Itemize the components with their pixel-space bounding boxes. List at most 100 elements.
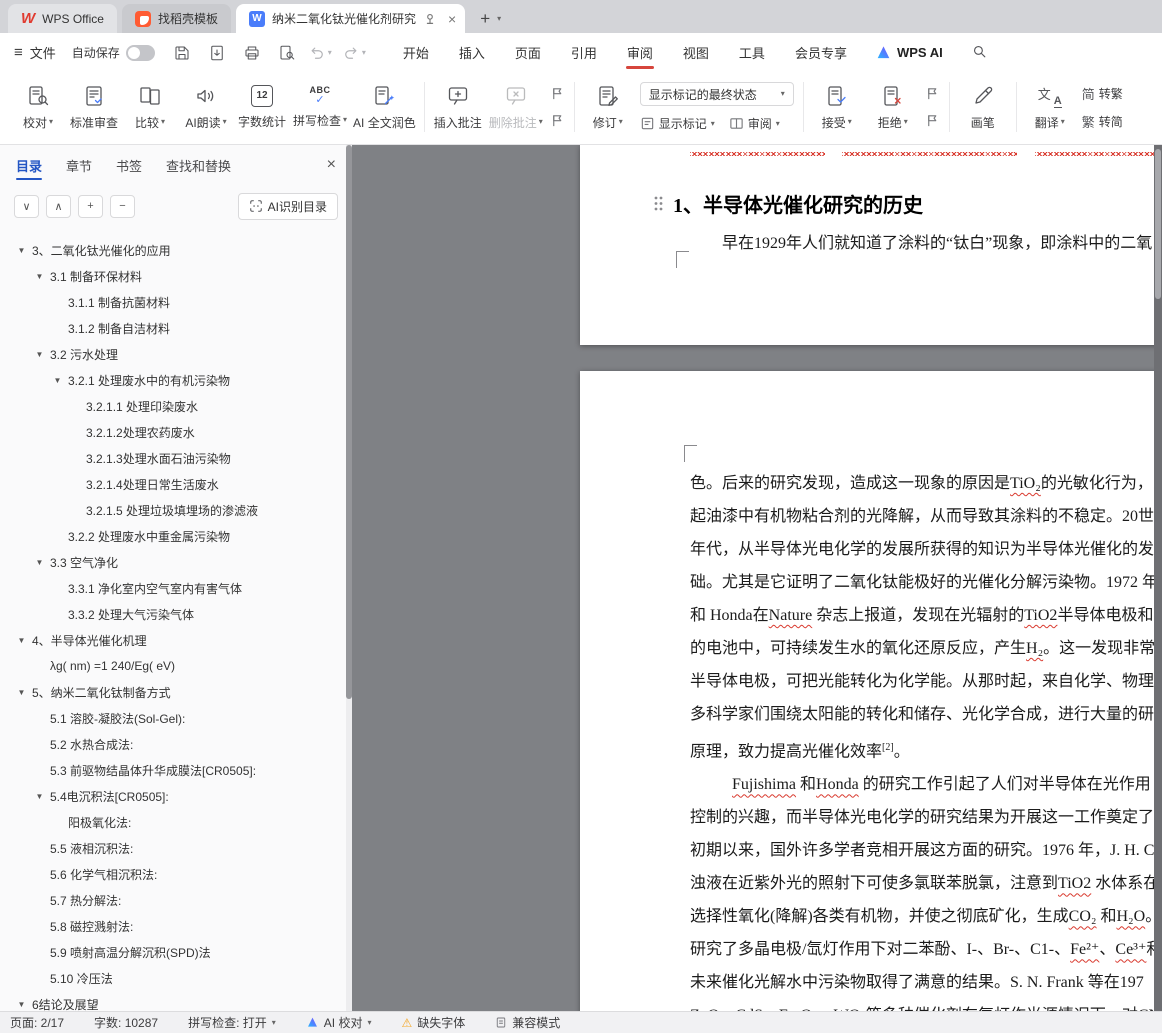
toc-expand-arrow-icon[interactable]: ▼ bbox=[16, 688, 27, 697]
page2-text[interactable]: 色。后来的研究发现，造成这一现象的原因是TiO₂的光敏化行为，即起油漆中有机物粘… bbox=[690, 467, 1162, 1011]
toc-item[interactable]: ▼3.2.1.5 处理垃圾填埋场的渗滤液 bbox=[0, 497, 352, 523]
toc-item[interactable]: ▼3.3.1 净化室内空气室内有害气体 bbox=[0, 575, 352, 601]
new-tab-button[interactable]: + ▾ bbox=[480, 10, 501, 27]
toc-expand-arrow-icon[interactable]: ▼ bbox=[16, 1000, 27, 1009]
close-tab-icon[interactable]: × bbox=[448, 12, 456, 26]
pin-icon[interactable] bbox=[423, 12, 437, 26]
menu-page[interactable]: 页面 bbox=[500, 33, 556, 72]
collapse-all-button[interactable]: − bbox=[110, 195, 135, 218]
toc-item[interactable]: ▼3.1 制备环保材料 bbox=[0, 263, 352, 289]
paragraph-drag-handle-icon[interactable] bbox=[653, 195, 664, 212]
document-scrollbar[interactable] bbox=[1154, 145, 1162, 1011]
show-markup-button[interactable]: 显示标记▾ bbox=[640, 115, 715, 132]
print-button[interactable] bbox=[241, 42, 263, 64]
next-comment-icon[interactable] bbox=[550, 113, 565, 128]
to-simplified-button[interactable]: 繁 转简 bbox=[1082, 112, 1123, 131]
toc-item[interactable]: ▼3.2 污水处理 bbox=[0, 341, 352, 367]
menu-insert[interactable]: 插入 bbox=[444, 33, 500, 72]
toc-expand-arrow-icon[interactable]: ▼ bbox=[16, 636, 27, 645]
ai-proof-status[interactable]: AI 校对▾ bbox=[306, 1014, 372, 1031]
brush-button[interactable]: 画笔 bbox=[955, 75, 1011, 139]
autosave-toggle[interactable] bbox=[126, 45, 155, 61]
menu-membership[interactable]: 会员专享 bbox=[780, 33, 862, 72]
toc-item[interactable]: ▼3.2.1 处理废水中的有机污染物 bbox=[0, 367, 352, 393]
collapse-levels-button[interactable]: ∨ bbox=[14, 195, 39, 218]
tab-chapters[interactable]: 章节 bbox=[66, 145, 92, 185]
paragraph[interactable]: Fujishima 和Honda 的研究工作引起了人们对半导体在光作用控制的兴趣… bbox=[690, 768, 1162, 1011]
toc-item[interactable]: ▼3.2.2 处理废水中重金属污染物 bbox=[0, 523, 352, 549]
track-changes-button[interactable]: 修订▾ bbox=[580, 75, 636, 139]
page-indicator[interactable]: 页面: 2/17 bbox=[10, 1014, 64, 1031]
toc-item[interactable]: ▼5.4电沉积法[CR0505]: bbox=[0, 783, 352, 809]
spell-check-status[interactable]: 拼写检查: 打开▾ bbox=[188, 1014, 276, 1031]
redo-caret-icon[interactable]: ▾ bbox=[362, 49, 366, 57]
next-change-icon[interactable] bbox=[925, 113, 940, 128]
toc-item[interactable]: ▼5.3 前驱物结晶体升华成膜法[CR0505]: bbox=[0, 757, 352, 783]
toc-expand-arrow-icon[interactable]: ▼ bbox=[34, 350, 45, 359]
paragraph[interactable]: 色。后来的研究发现，造成这一现象的原因是TiO₂的光敏化行为，即起油漆中有机物粘… bbox=[690, 467, 1162, 768]
tab-active-document[interactable]: W 纳米二氧化钛光催化剂研究 × bbox=[236, 4, 465, 33]
previous-change-icon[interactable] bbox=[925, 86, 940, 101]
menu-tools[interactable]: 工具 bbox=[724, 33, 780, 72]
word-count-status[interactable]: 字数: 10287 bbox=[94, 1014, 158, 1031]
toc-item[interactable]: ▼3.1.1 制备抗菌材料 bbox=[0, 289, 352, 315]
undo-button[interactable]: ▾ bbox=[308, 44, 332, 62]
translate-button[interactable]: 文A 翻译▾ bbox=[1022, 75, 1078, 139]
document-area[interactable]: 1、半导体光催化研究的历史 早在1929年人们就知道了涂料的“钛白”现象，即涂料… bbox=[352, 145, 1162, 1011]
toc-item[interactable]: ▼3.3 空气净化 bbox=[0, 549, 352, 575]
toc-item[interactable]: ▼5.5 液相沉积法: bbox=[0, 835, 352, 861]
toc-item[interactable]: ▼3.2.1.2处理农药废水 bbox=[0, 419, 352, 445]
toc-item[interactable]: ▼4、半导体光催化机理 bbox=[0, 627, 352, 653]
toc-expand-arrow-icon[interactable]: ▼ bbox=[34, 792, 45, 801]
toc-item[interactable]: ▼5、纳米二氧化钛制备方式 bbox=[0, 679, 352, 705]
toc-item[interactable]: ▼5.8 磁控溅射法: bbox=[0, 913, 352, 939]
menu-review[interactable]: 审阅 bbox=[612, 33, 668, 72]
ai-read-aloud-button[interactable]: AI朗读▾ bbox=[178, 75, 234, 139]
tab-bookmarks[interactable]: 书签 bbox=[116, 145, 142, 185]
toc-expand-arrow-icon[interactable]: ▼ bbox=[34, 272, 45, 281]
reject-changes-button[interactable]: 拒绝▾ bbox=[865, 75, 921, 139]
spell-check-button[interactable]: ABC✓ 拼写检查▾ bbox=[290, 75, 350, 139]
standard-review-button[interactable]: 标准审查 bbox=[66, 75, 122, 139]
expand-levels-button[interactable]: ∧ bbox=[46, 195, 71, 218]
insert-comment-button[interactable]: 插入批注 bbox=[430, 75, 486, 139]
compat-mode-indicator[interactable]: 兼容模式 bbox=[495, 1014, 560, 1031]
tab-find-replace[interactable]: 查找和替换 bbox=[166, 145, 231, 185]
tab-docer-templates[interactable]: 找稻壳模板 bbox=[122, 4, 231, 33]
toc-item[interactable]: ▼3.3.2 处理大气污染气体 bbox=[0, 601, 352, 627]
ai-recognize-toc-button[interactable]: AI识别目录 bbox=[238, 193, 338, 220]
review-pane-button[interactable]: 审阅▾ bbox=[729, 115, 780, 132]
ai-polish-button[interactable]: AI 全文润色 bbox=[350, 75, 419, 139]
toc-item[interactable]: ▼5.9 喷射高温分解沉积(SPD)法 bbox=[0, 939, 352, 965]
tab-wps-office[interactable]: W WPS Office bbox=[8, 4, 117, 33]
autosave-control[interactable]: 自动保存 bbox=[72, 44, 155, 61]
accept-changes-button[interactable]: 接受▾ bbox=[809, 75, 865, 139]
close-pane-icon[interactable]: × bbox=[327, 156, 336, 174]
to-traditional-button[interactable]: 简 转繁 bbox=[1082, 84, 1123, 103]
toc-item[interactable]: ▼5.6 化学气相沉积法: bbox=[0, 861, 352, 887]
toc-item[interactable]: ▼6结论及展望 bbox=[0, 991, 352, 1011]
page1-text[interactable]: 早在1929年人们就知道了涂料的“钛白”现象，即涂料中的二氧 bbox=[690, 227, 1162, 260]
document-page-1[interactable]: 1、半导体光催化研究的历史 早在1929年人们就知道了涂料的“钛白”现象，即涂料… bbox=[580, 145, 1162, 345]
toc-item[interactable]: ▼3.2.1.4处理日常生活废水 bbox=[0, 471, 352, 497]
toc-item[interactable]: ▼3.2.1.3处理水面石油污染物 bbox=[0, 445, 352, 471]
proofread-button[interactable]: 校对▾ bbox=[10, 75, 66, 139]
tab-toc[interactable]: 目录 bbox=[16, 145, 42, 185]
display-markup-state-dropdown[interactable]: 显示标记的最终状态 ▾ bbox=[640, 82, 794, 106]
wps-ai-button[interactable]: WPS AI bbox=[876, 45, 943, 60]
toc-item[interactable]: ▼5.2 水热合成法: bbox=[0, 731, 352, 757]
toc-item[interactable]: ▼3.1.2 制备自洁材料 bbox=[0, 315, 352, 341]
section-heading[interactable]: 1、半导体光催化研究的历史 bbox=[673, 189, 923, 218]
toc-item[interactable]: ▼5.7 热分解法: bbox=[0, 887, 352, 913]
menu-reference[interactable]: 引用 bbox=[556, 33, 612, 72]
menu-view[interactable]: 视图 bbox=[668, 33, 724, 72]
toc-expand-arrow-icon[interactable]: ▼ bbox=[16, 246, 27, 255]
toc-expand-arrow-icon[interactable]: ▼ bbox=[34, 558, 45, 567]
document-scrollbar-thumb[interactable] bbox=[1155, 149, 1161, 299]
undo-caret-icon[interactable]: ▾ bbox=[328, 49, 332, 57]
toc-expand-arrow-icon[interactable]: ▼ bbox=[52, 376, 63, 385]
save-button[interactable] bbox=[171, 42, 193, 64]
word-count-button[interactable]: 12 字数统计 bbox=[234, 75, 290, 139]
search-button[interactable] bbox=[971, 43, 988, 63]
file-menu[interactable]: ≡ 文件 bbox=[14, 43, 56, 62]
